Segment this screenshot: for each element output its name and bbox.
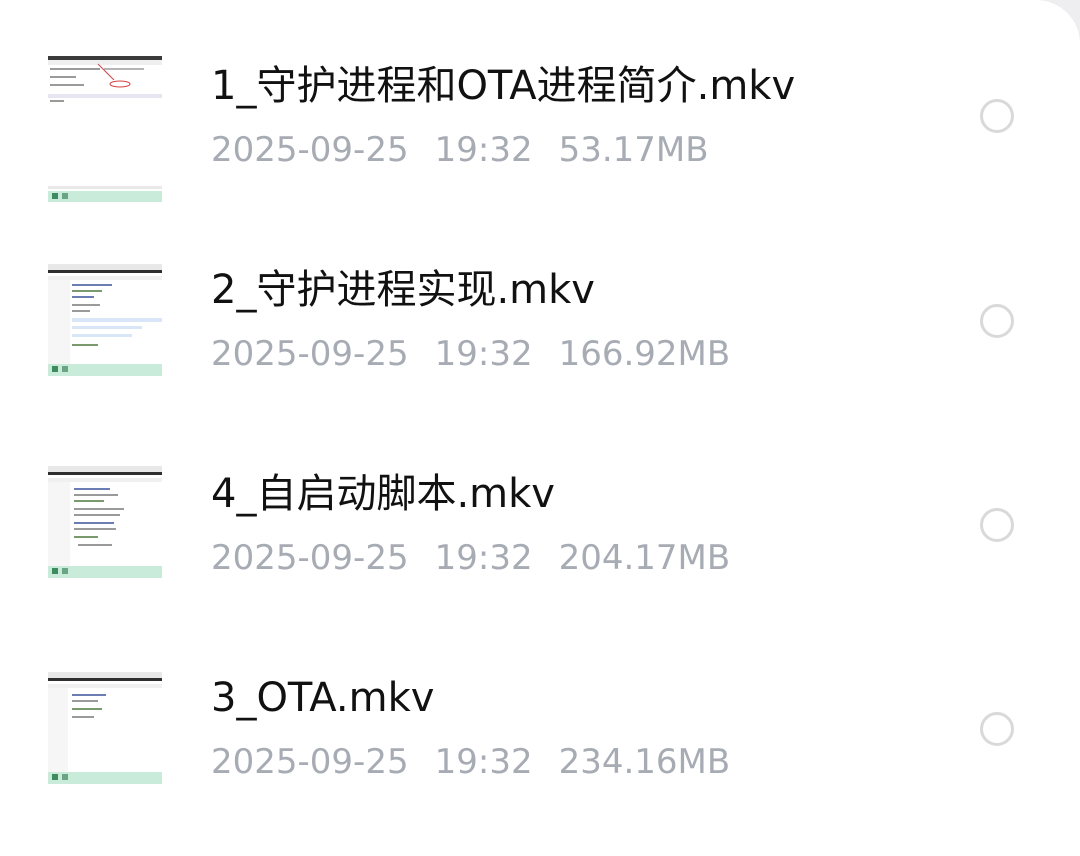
select-radio[interactable] [980, 304, 1014, 338]
file-name: 1_守护进程和OTA进程简介.mkv [211, 63, 796, 109]
file-row[interactable]: 2_守护进程实现.mkv 2025-09-25 19:32 166.92MB [0, 234, 1080, 438]
file-row[interactable]: 3_OTA.mkv 2025-09-25 19:32 234.16MB [0, 642, 1080, 846]
video-thumbnail-icon [48, 672, 162, 784]
file-meta: 2025-09-25 19:32 166.92MB [211, 334, 756, 374]
file-meta: 2025-09-25 19:32 53.17MB [211, 130, 735, 170]
select-radio[interactable] [980, 99, 1014, 133]
video-thumbnail-icon [48, 466, 162, 578]
file-date: 2025-09-25 [211, 538, 409, 578]
file-name: 2_守护进程实现.mkv [211, 267, 595, 313]
file-time: 19:32 [434, 742, 533, 782]
file-time: 19:32 [434, 130, 533, 170]
file-date: 2025-09-25 [211, 742, 409, 782]
file-size: 204.17MB [558, 538, 731, 578]
file-size: 53.17MB [558, 130, 709, 170]
file-name: 4_自启动脚本.mkv [211, 471, 555, 517]
file-list-panel: 1_守护进程和OTA进程简介.mkv 2025-09-25 19:32 53.17M… [0, 0, 1080, 856]
file-meta: 2025-09-25 19:32 234.16MB [211, 742, 756, 782]
video-thumbnail-icon [48, 56, 162, 202]
file-name: 3_OTA.mkv [211, 675, 435, 721]
file-row[interactable]: 1_守护进程和OTA进程简介.mkv 2025-09-25 19:32 53.17M… [0, 30, 1080, 234]
file-time: 19:32 [434, 538, 533, 578]
file-date: 2025-09-25 [211, 130, 409, 170]
file-row[interactable]: 4_自启动脚本.mkv 2025-09-25 19:32 204.17MB [0, 438, 1080, 642]
video-thumbnail-icon [48, 264, 162, 376]
file-meta: 2025-09-25 19:32 204.17MB [211, 538, 756, 578]
file-time: 19:32 [434, 334, 533, 374]
file-date: 2025-09-25 [211, 334, 409, 374]
select-radio[interactable] [980, 508, 1014, 542]
file-size: 166.92MB [558, 334, 731, 374]
file-size: 234.16MB [558, 742, 731, 782]
select-radio[interactable] [980, 712, 1014, 746]
